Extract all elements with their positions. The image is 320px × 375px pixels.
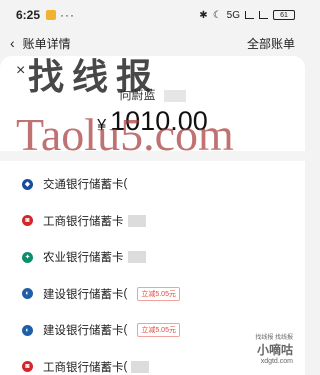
close-icon[interactable]: × [16, 62, 25, 80]
payment-method-row[interactable]: ◐ 建设银行储蓄卡 ( 立减5.05元 [0, 276, 305, 313]
more-notifications-icon: ··· [60, 8, 76, 22]
status-bar: 6:25 ··· ✱ ☾ 5G 61 [0, 0, 305, 30]
battery-level: 61 [280, 11, 288, 19]
bluetooth-icon: ✱ [199, 9, 208, 21]
watermark-en: Taolu5.com [16, 109, 234, 160]
bocom-icon: ◆ [22, 178, 33, 190]
account-name: 农业银行储蓄卡 [43, 252, 124, 265]
abc-icon: ✦ [22, 251, 33, 263]
account-name: 交通银行储蓄卡 [43, 179, 124, 192]
account-number-mask [127, 214, 146, 227]
ccb-icon: ◐ [22, 324, 33, 336]
discount-badge: 立减5.05元 [137, 323, 180, 338]
signal-icon [245, 11, 254, 19]
payment-method-row[interactable]: ◙ 工商银行储蓄卡 [0, 203, 305, 240]
account-name: 建设银行储蓄卡 [43, 288, 124, 301]
status-time: 6:25 [16, 8, 41, 22]
ccb-icon: ◐ [22, 288, 33, 300]
account-name: 工商银行储蓄卡 [43, 361, 124, 374]
watermark-cn: 找线报 [28, 56, 161, 97]
payee-mask [163, 89, 186, 102]
payment-sheet: × 向蔚蓝 ¥1010.00 ◆ 交通银行储蓄卡 ( ◙ 工商银行储蓄卡 ✦ 农… [0, 56, 305, 375]
watermark-corner: 找线报 找线报 小嘀咕 xdgtd.com [255, 332, 293, 365]
watermark-corner-line1: 找线报 找线报 [255, 335, 293, 341]
account-suffix: ( [123, 324, 128, 337]
icbc-icon: ◙ [22, 215, 33, 227]
account-suffix: ( [123, 287, 128, 300]
account-name: 建设银行储蓄卡 [43, 325, 124, 338]
moon-icon: ☾ [212, 9, 222, 21]
account-number-mask [131, 360, 150, 373]
account-suffix: ( [123, 360, 128, 373]
account-name: 工商银行储蓄卡 [43, 215, 124, 228]
status-icons: ✱ ☾ 5G 61 [199, 10, 295, 21]
discount-badge: 立减5.05元 [137, 286, 180, 301]
battery-icon: 61 [273, 10, 295, 20]
signal-icon-2 [259, 11, 268, 19]
account-suffix: ( [123, 178, 128, 191]
icbc-icon: ◙ [22, 361, 33, 373]
network-label: 5G [226, 9, 240, 21]
payment-method-row[interactable]: ✦ 农业银行储蓄卡 [0, 239, 305, 276]
account-number-mask [127, 251, 146, 264]
back-icon[interactable]: ‹ [10, 35, 15, 51]
all-bills-link[interactable]: 全部账单 [247, 35, 295, 52]
notification-app-icon [46, 10, 57, 20]
payment-method-row[interactable]: ◆ 交通银行储蓄卡 ( [0, 166, 305, 203]
watermark-corner-line2: 小嘀咕 [256, 343, 293, 357]
watermark-corner-line3: xdgtd.com [260, 358, 293, 365]
